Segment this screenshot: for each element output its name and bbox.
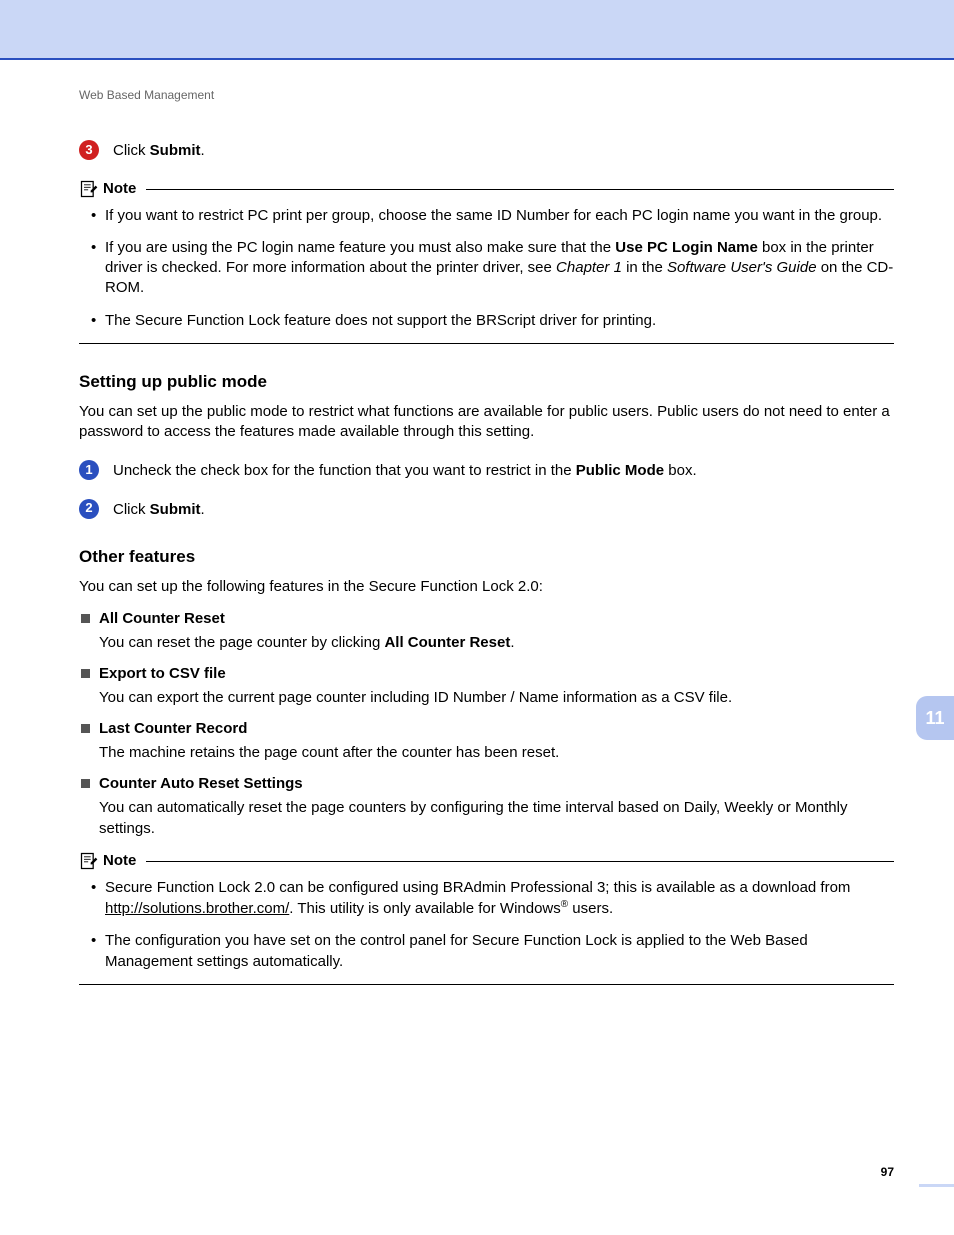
page-content: Web Based Management 3 Click Submit. Not… [0,60,954,985]
feature-title: Export to CSV file [81,665,894,682]
step-3-text: Click Submit. [113,140,205,161]
running-header: Web Based Management [79,88,894,102]
feature-list: All Counter Reset You can reset the page… [79,610,894,839]
text: Click [113,142,150,159]
step-badge-1: 1 [79,460,99,480]
chapter-tab: 11 [916,696,954,740]
note-icon [79,851,99,871]
feature-title: Last Counter Record [81,720,894,737]
step-3: 3 Click Submit. [79,140,894,161]
text-bold: All Counter Reset [384,634,510,651]
note-label: Note [103,180,136,197]
step-1-text: Uncheck the check box for the function t… [113,460,697,481]
page-number: 97 [881,1165,894,1179]
text-italic: Software User's Guide [667,259,817,276]
note-item: The configuration you have set on the co… [91,931,894,972]
feature-title: All Counter Reset [81,610,894,627]
note-rule [146,861,894,862]
text: If you are using the PC login name featu… [105,239,615,256]
text-bold: Submit [150,501,201,518]
note-close-rule [79,343,894,344]
note-item: If you are using the PC login name featu… [91,238,894,299]
text: . [510,634,514,651]
feature-desc: You can reset the page counter by clicki… [81,633,894,653]
note-item: The Secure Function Lock feature does no… [91,311,894,331]
note-header: Note [79,179,894,199]
step-1: 1 Uncheck the check box for the function… [79,460,894,481]
text: . [201,142,205,159]
feature-desc: You can export the current page counter … [81,688,894,708]
text-bold: Use PC Login Name [615,239,758,256]
note-list: Secure Function Lock 2.0 can be configur… [79,878,894,972]
feature-item: Counter Auto Reset Settings You can auto… [81,775,894,839]
note-header: Note [79,851,894,871]
note-block-1: Note If you want to restrict PC print pe… [79,179,894,344]
step-badge-3: 3 [79,140,99,160]
note-rule [146,189,894,190]
text: box. [664,462,697,479]
text: in the [622,259,667,276]
note-item: If you want to restrict PC print per gro… [91,206,894,226]
text: Secure Function Lock 2.0 can be configur… [105,879,850,896]
note-item: Secure Function Lock 2.0 can be configur… [91,878,894,920]
heading-other-features: Other features [79,547,894,567]
paragraph: You can set up the public mode to restri… [79,402,894,443]
text-italic: Chapter 1 [556,259,622,276]
feature-item: Export to CSV file You can export the cu… [81,665,894,708]
note-block-2: Note Secure Function Lock 2.0 can be con… [79,851,894,985]
footer-accent [919,1184,954,1187]
step-badge-2: 2 [79,499,99,519]
paragraph: You can set up the following features in… [79,577,894,597]
feature-item: Last Counter Record The machine retains … [81,720,894,763]
text-bold: Public Mode [576,462,664,479]
heading-public-mode: Setting up public mode [79,372,894,392]
text: users. [568,900,613,917]
link-text[interactable]: http://solutions.brother.com/ [105,900,289,917]
text: Uncheck the check box for the function t… [113,462,576,479]
step-2-text: Click Submit. [113,499,205,520]
feature-desc: The machine retains the page count after… [81,743,894,763]
step-2: 2 Click Submit. [79,499,894,520]
note-close-rule [79,984,894,985]
text: You can reset the page counter by clicki… [99,634,384,651]
note-label: Note [103,852,136,869]
top-band [0,0,954,60]
text: . This utility is only available for Win… [289,900,561,917]
text: . [201,501,205,518]
feature-title: Counter Auto Reset Settings [81,775,894,792]
note-icon [79,179,99,199]
feature-desc: You can automatically reset the page cou… [81,798,894,839]
feature-item: All Counter Reset You can reset the page… [81,610,894,653]
text: Click [113,501,150,518]
text-bold: Submit [150,142,201,159]
note-list: If you want to restrict PC print per gro… [79,206,894,331]
